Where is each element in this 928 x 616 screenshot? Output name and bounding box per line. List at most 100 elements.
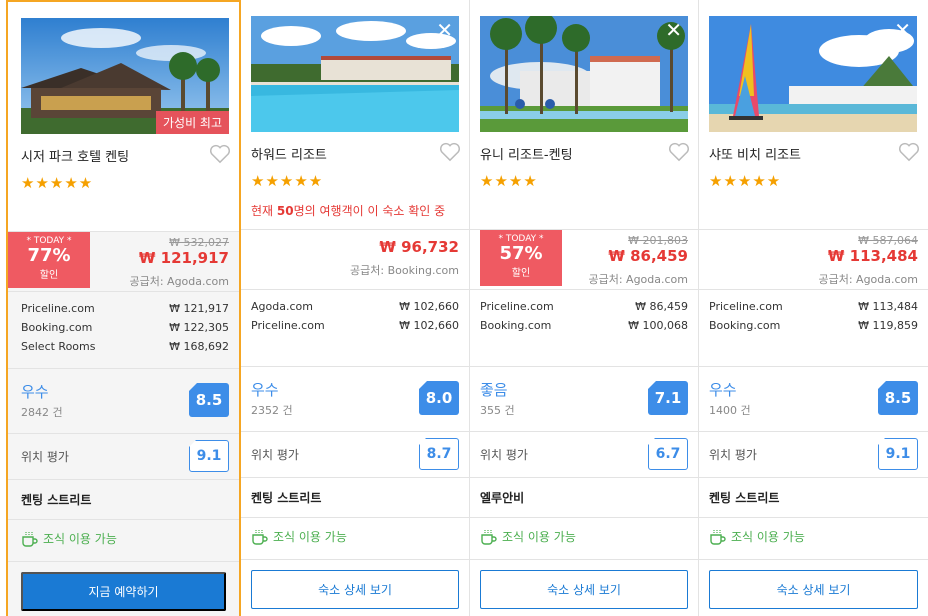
location-label: 위치 평가 — [251, 448, 299, 462]
hotel-photo[interactable]: ✕ — [480, 16, 688, 132]
supplier-label: 공급처: Agoda.com — [588, 273, 688, 286]
hotel-name[interactable]: 샤또 비치 리조트 — [709, 144, 801, 163]
deal-site: Booking.com — [709, 319, 781, 332]
review-rating[interactable]: 좋음 355 건 7.1 — [470, 366, 698, 431]
location-rating: 위치 평가 9.1 — [8, 433, 239, 479]
today-label: * TODAY * — [498, 234, 544, 244]
breakfast-row: 조식 이용 가능 — [8, 519, 239, 561]
deal-price: ₩ 113,484 — [858, 300, 918, 313]
deal-row[interactable]: Priceline.com ₩ 86,459 — [480, 300, 688, 319]
breakfast-row: 조식 이용 가능 — [699, 517, 928, 559]
hotel-name[interactable]: 유니 리조트-켄팅 — [480, 144, 573, 163]
deal-price: ₩ 168,692 — [169, 340, 229, 353]
hotel-name[interactable]: 시저 파크 호텔 켄팅 — [21, 146, 129, 165]
star-rating: ★★★★★ — [251, 172, 324, 190]
deal-site: Booking.com — [21, 321, 93, 334]
location-score-badge: 9.1 — [188, 439, 229, 472]
deal-price: ₩ 119,859 — [858, 319, 918, 332]
deal-row[interactable]: Priceline.com ₩ 102,660 — [251, 319, 459, 338]
view-details-button[interactable]: 숙소 상세 보기 — [709, 570, 918, 609]
breakfast-label: 조식 이용 가능 — [502, 530, 576, 544]
deal-site: Select Rooms — [21, 340, 96, 353]
heart-icon[interactable] — [898, 142, 920, 162]
original-price: ₩ 201,803 — [628, 234, 688, 247]
rating-score-badge: 8.5 — [877, 380, 918, 415]
review-rating[interactable]: 우수 1400 건 8.5 — [699, 366, 928, 431]
book-now-button[interactable]: 지금 예약하기 — [21, 572, 226, 611]
hotel-card-caesar-park: 가성비 최고 시저 파크 호텔 켄팅 ★★★★★ * TODAY * 77% 할… — [6, 0, 241, 616]
hotel-photo-image — [480, 16, 688, 132]
area-name: 켄팅 스트리트 — [8, 479, 239, 519]
close-icon[interactable]: ✕ — [665, 20, 682, 40]
hotel-photo[interactable]: ✕ — [709, 16, 917, 132]
area-label: 켄팅 스트리트 — [21, 493, 92, 507]
location-label: 위치 평가 — [480, 448, 528, 462]
close-icon[interactable]: ✕ — [894, 20, 911, 40]
location-rating: 위치 평가 9.1 — [699, 431, 928, 477]
breakfast-label: 조식 이용 가능 — [731, 530, 805, 544]
star-rating: ★★★★★ — [709, 172, 782, 190]
price-section[interactable]: ₩ 587,064 ₩ 113,484 공급처: Agoda.com — [699, 229, 928, 289]
deal-price[interactable]: ₩ 121,917 — [139, 249, 229, 267]
view-details-button[interactable]: 숙소 상세 보기 — [480, 570, 688, 609]
deal-price: ₩ 86,459 — [635, 300, 688, 313]
rating-score-badge: 8.0 — [418, 380, 459, 415]
price-section[interactable]: * TODAY * 57% 할인 ₩ 201,803 ₩ 86,459 공급처:… — [470, 229, 698, 289]
close-icon[interactable]: ✕ — [436, 20, 453, 40]
rating-label: 좋음 — [480, 381, 508, 399]
heart-icon[interactable] — [668, 142, 690, 162]
deal-row[interactable]: Booking.com ₩ 119,859 — [709, 319, 918, 338]
deal-price: ₩ 102,660 — [399, 319, 459, 332]
hotel-photo[interactable]: 가성비 최고 — [21, 18, 229, 134]
star-rating: ★★★★ — [480, 172, 538, 190]
discount-word: 할인 — [39, 270, 59, 281]
breakfast-row: 조식 이용 가능 — [241, 517, 469, 559]
discount-percent: 77% — [27, 245, 71, 266]
today-discount-badge: * TODAY * 77% 할인 — [8, 232, 90, 288]
breakfast-row: 조식 이용 가능 — [470, 517, 698, 559]
cta-section: 숙소 상세 보기 — [699, 559, 928, 616]
other-deals: Priceline.com ₩ 121,917 Booking.com ₩ 122,… — [8, 291, 239, 368]
deal-site: Priceline.com — [709, 300, 783, 313]
deal-row[interactable]: Select Rooms ₩ 168,692 — [21, 340, 229, 359]
hotel-card-chateau-beach: ✕ 샤또 비치 리조트 ★★★★★ ₩ 587,064 ₩ 113,484 공급… — [699, 0, 928, 616]
deal-price[interactable]: ₩ 96,732 — [379, 238, 459, 256]
review-rating[interactable]: 우수 2352 건 8.0 — [241, 366, 469, 431]
deal-price[interactable]: ₩ 86,459 — [608, 247, 688, 265]
deal-price: ₩ 121,917 — [169, 302, 229, 315]
hotel-photo[interactable]: ✕ — [251, 16, 459, 132]
deal-row[interactable]: Booking.com ₩ 100,068 — [480, 319, 688, 338]
deal-price[interactable]: ₩ 113,484 — [828, 247, 918, 265]
area-label: 켄팅 스트리트 — [709, 491, 780, 505]
location-rating: 위치 평가 8.7 — [241, 431, 469, 477]
deal-row[interactable]: Priceline.com ₩ 121,917 — [21, 302, 229, 321]
breakfast-label: 조식 이용 가능 — [43, 532, 117, 546]
hotel-name[interactable]: 하워드 리조트 — [251, 144, 327, 163]
area-label: 켄팅 스트리트 — [251, 491, 322, 505]
heart-icon[interactable] — [209, 144, 231, 164]
deal-site: Priceline.com — [251, 319, 325, 332]
coffee-cup-icon — [710, 529, 726, 545]
original-price: ₩ 587,064 — [858, 234, 918, 247]
deal-site: Agoda.com — [251, 300, 313, 313]
original-price: ₩ 532,027 — [169, 236, 229, 249]
notice-text: 현재 — [251, 204, 277, 218]
cta-section: 숙소 상세 보기 — [470, 559, 698, 616]
hotel-card-howard-resort: ✕ 하워드 리조트 ★★★★★ 현재 50명의 여행객이 이 숙소 확인 중 ₩… — [241, 0, 470, 616]
location-score-badge: 6.7 — [647, 437, 688, 470]
view-details-button[interactable]: 숙소 상세 보기 — [251, 570, 459, 609]
coffee-cup-icon — [22, 531, 38, 547]
price-section[interactable]: ₩ 96,732 공급처: Booking.com — [241, 229, 469, 289]
deal-row[interactable]: Booking.com ₩ 122,305 — [21, 321, 229, 340]
review-rating[interactable]: 우수 2842 건 8.5 — [8, 368, 239, 433]
review-count: 1400 건 — [709, 404, 751, 417]
deal-row[interactable]: Priceline.com ₩ 113,484 — [709, 300, 918, 319]
heart-icon[interactable] — [439, 142, 461, 162]
deal-row[interactable]: Agoda.com ₩ 102,660 — [251, 300, 459, 319]
location-score-badge: 8.7 — [418, 437, 459, 470]
discount-word: 할인 — [511, 268, 531, 279]
star-rating: ★★★★★ — [21, 174, 94, 192]
supplier-label: 공급처: Agoda.com — [129, 275, 229, 288]
notice-text: 명의 여행객이 이 숙소 확인 중 — [293, 204, 446, 218]
price-section[interactable]: * TODAY * 77% 할인 ₩ 532,027 ₩ 121,917 공급처… — [8, 231, 239, 291]
